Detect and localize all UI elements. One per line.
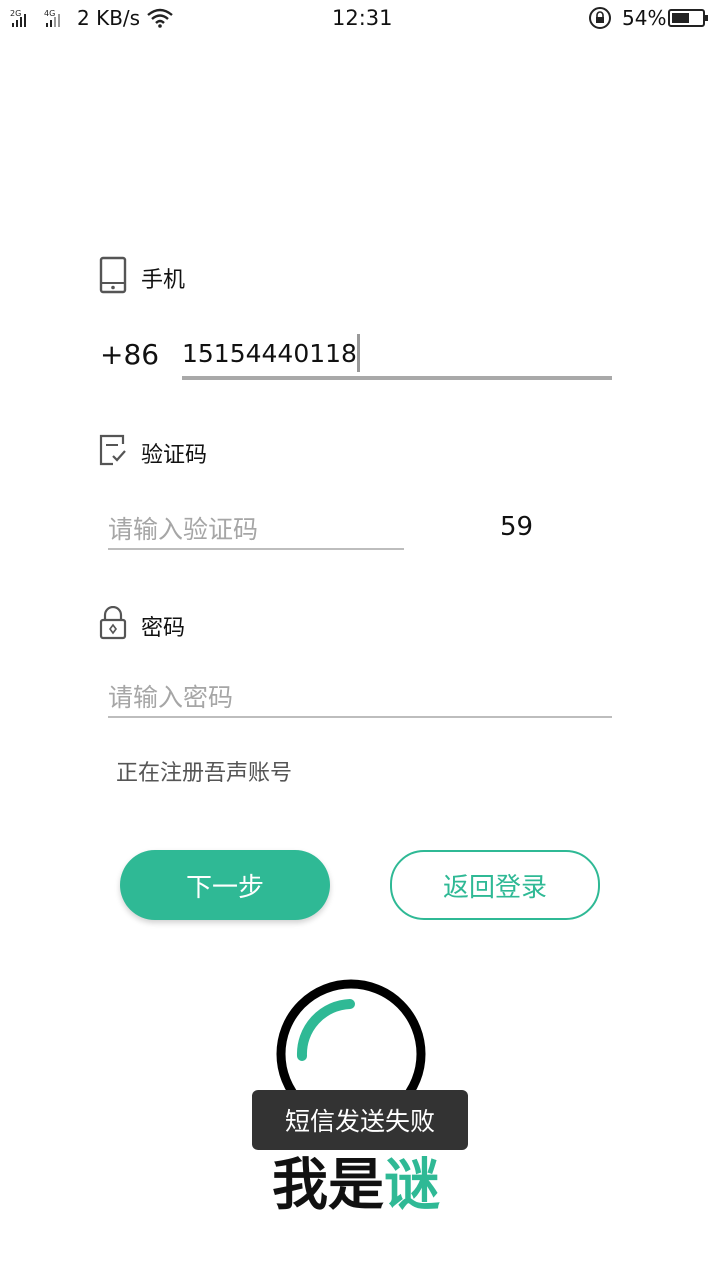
register-status-text: 正在注册吾声账号 (116, 761, 293, 786)
wifi-icon (146, 8, 176, 33)
svg-text:4G: 4G (44, 9, 55, 18)
signal-indicator: 2G 4G (10, 7, 72, 32)
password-label: 密码 (141, 616, 186, 641)
brand-text-main: 我是 (272, 1153, 384, 1218)
toast-message: 短信发送失败 (252, 1090, 468, 1150)
brand-logo-text: 我是谜 (272, 1140, 440, 1221)
next-step-button[interactable]: 下一步 (120, 850, 330, 920)
code-label: 验证码 (141, 443, 208, 468)
rotation-lock-icon (588, 6, 612, 35)
lock-icon (99, 605, 127, 644)
password-underline (108, 716, 612, 718)
back-to-login-button[interactable]: 返回登录 (390, 850, 600, 920)
status-bar: 2G 4G 2 KB/s 12:31 54% (0, 0, 720, 36)
battery-percent: 54% (622, 6, 667, 30)
verify-icon (99, 434, 127, 470)
code-underline (108, 548, 404, 550)
phone-input[interactable]: 15154440118 (182, 339, 357, 368)
countdown-button[interactable]: 59 (500, 512, 533, 542)
svg-text:2G: 2G (10, 9, 21, 18)
brand-text-accent: 谜 (384, 1153, 440, 1218)
clock: 12:31 (332, 6, 393, 30)
signal-icon: 2G 4G (10, 9, 60, 27)
network-speed: 2 KB/s (77, 6, 141, 30)
code-input[interactable]: 请输入验证码 (108, 510, 258, 546)
phone-underline (182, 376, 612, 380)
text-cursor (357, 334, 360, 372)
phone-icon (99, 256, 127, 298)
country-code[interactable]: +86 (100, 338, 159, 371)
phone-label: 手机 (141, 268, 186, 293)
battery-icon (668, 8, 710, 33)
password-input[interactable]: 请输入密码 (108, 678, 233, 714)
